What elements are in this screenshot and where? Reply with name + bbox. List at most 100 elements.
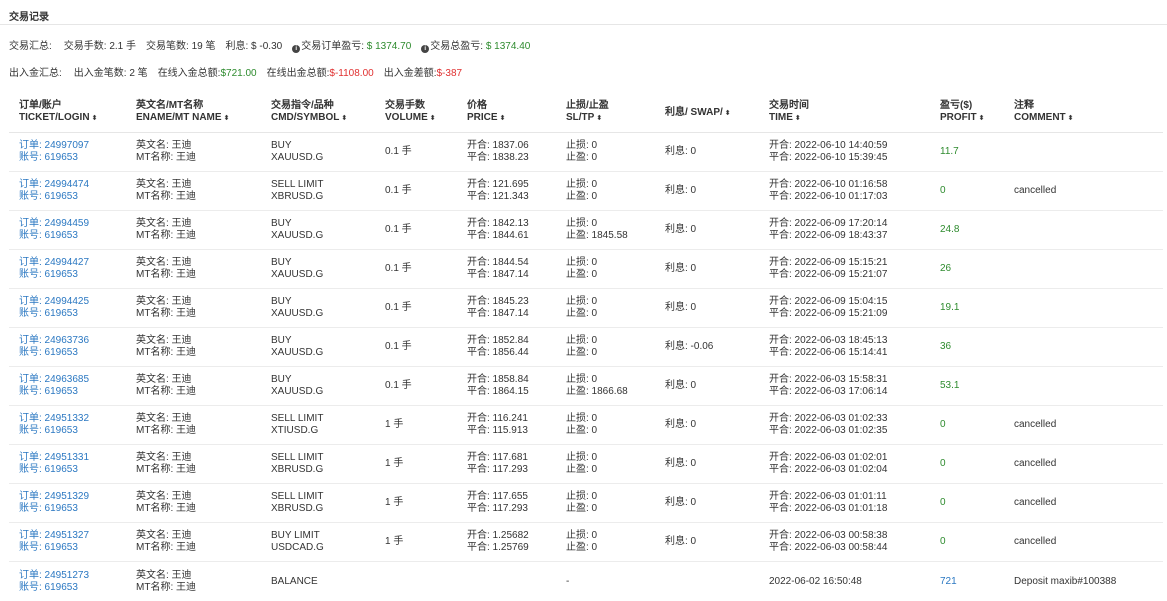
login-link[interactable]: 账号: 619653 [19,464,126,476]
mt-name: MT名称: 王迪 [136,347,196,358]
take-profit: 止盈: 0 [566,464,598,475]
sort-icon[interactable]: ⬍ [795,115,801,122]
cell-ticket: 订单: 24994474 账号: 619653 [9,179,126,203]
column-header-swap[interactable]: 利息/ SWAP/⬍ [655,94,759,132]
login-link[interactable]: 账号: 619653 [19,582,126,594]
ticket-link[interactable]: 订单: 24951332 [19,413,126,425]
english-name: 英文名: 王迪 [136,140,192,151]
command: SELL LIMIT [271,179,324,190]
login-link[interactable]: 账号: 619653 [19,230,126,242]
cell-sltp: - [556,576,655,588]
open-time: 开合: 2022-06-03 01:02:01 [769,452,888,463]
swap: 利息: 0 [665,419,697,430]
cell-cmd: SELL LIMIT XBRUSD.G [261,452,375,476]
volume: 0.1 手 [385,146,412,157]
column-header-volume[interactable]: 交易手数 VOLUME ⬍ [375,94,457,132]
sort-icon[interactable]: ⬍ [224,115,230,122]
close-price: 平合: 1847.14 [467,308,529,319]
login-link[interactable]: 账号: 619653 [19,347,126,359]
command: SELL LIMIT [271,452,324,463]
column-header-price[interactable]: 价格 PRICE ⬍ [457,94,556,132]
cell-name: 英文名: 王迪 MT名称: 王迪 [126,374,261,398]
cell-name: 英文名: 王迪 MT名称: 王迪 [126,257,261,281]
sort-icon[interactable]: ⬍ [1068,115,1074,122]
column-header-sltp[interactable]: 止损/止盈 SL/TP ⬍ [556,94,655,132]
deposit-total: 在线入金总额:$721.00 [157,68,257,79]
table-row: 订单: 24994459 账号: 619653 英文名: 王迪 MT名称: 王迪 BUY… [9,211,1163,250]
ticket-link[interactable]: 订单: 24994425 [19,296,126,308]
ticket-link[interactable]: 订单: 24994427 [19,257,126,269]
command: BUY [271,374,292,385]
sort-icon[interactable]: ⬍ [725,110,731,117]
sort-icon[interactable]: ⬍ [341,115,347,122]
english-name: 英文名: 王迪 [136,374,192,385]
ticket-link[interactable]: 订单: 24994459 [19,218,126,230]
login-link[interactable]: 账号: 619653 [19,191,126,203]
order-profit: i 交易订单盈亏: $ 1374.70 [292,37,411,53]
login-link[interactable]: 账号: 619653 [19,386,126,398]
ticket-link[interactable]: 订单: 24951327 [19,530,126,542]
column-header-comment[interactable]: 注释 COMMENT ⬍ [1004,94,1163,132]
table-row: 订单: 24997097 账号: 619653 英文名: 王迪 MT名称: 王迪 BUY… [9,133,1163,172]
command: SELL LIMIT [271,491,324,502]
comment: cancelled [1014,458,1057,469]
login-link[interactable]: 账号: 619653 [19,425,126,437]
profit-value: 0 [940,458,946,469]
column-label-en: COMMENT [1014,112,1066,123]
cell-volume: 0.1 手 [375,224,457,236]
cell-cmd: SELL LIMIT XBRUSD.G [261,179,375,203]
column-header-name[interactable]: 英文名/MT名称 ENAME/MT NAME ⬍ [126,94,261,132]
column-header-cmd[interactable]: 交易指令/品种 CMD/SYMBOL ⬍ [261,94,375,132]
ticket-link[interactable]: 订单: 24951331 [19,452,126,464]
login-link[interactable]: 账号: 619653 [19,542,126,554]
cell-sltp: 止损: 0 止盈: 0 [556,452,655,476]
login-link[interactable]: 账号: 619653 [19,503,126,515]
cell-time: 开合: 2022-06-03 01:02:33 平合: 2022-06-03 01… [759,413,930,437]
profit-value: 0 [940,185,946,196]
cash-diff-value: $-387 [436,68,463,79]
sort-icon[interactable]: ⬍ [979,115,985,122]
open-price: 开合: 1845.23 [467,296,529,307]
ticket-link[interactable]: 订单: 24963736 [19,335,126,347]
cell-ticket: 订单: 24963736 账号: 619653 [9,335,126,359]
ticket-link[interactable]: 订单: 24997097 [19,140,126,152]
trade-summary-label: 交易汇总: [9,41,52,52]
ticket-link[interactable]: 订单: 24963685 [19,374,126,386]
swap: 利息: 0 [665,185,697,196]
column-header-ticket[interactable]: 订单/账户 TICKET/LOGIN ⬍ [9,94,126,132]
login-link[interactable]: 账号: 619653 [19,308,126,320]
ticket-link[interactable]: 订单: 24951273 [19,570,126,582]
english-name: 英文名: 王迪 [136,218,192,229]
login-link[interactable]: 账号: 619653 [19,152,126,164]
info-icon: i [292,44,301,53]
open-time: 2022-06-02 16:50:48 [769,575,862,587]
deposit-total-value: $721.00 [220,68,257,79]
swap: 利息: 0 [665,497,697,508]
volume: 1 手 [385,419,404,430]
sort-icon[interactable]: ⬍ [92,115,98,122]
mt-name: MT名称: 王迪 [136,581,196,593]
cell-time: 开合: 2022-06-10 14:40:59 平合: 2022-06-10 15… [759,140,930,164]
close-time: 平合: 2022-06-09 15:21:09 [769,308,888,319]
cell-sltp: 止损: 0 止盈: 0 [556,491,655,515]
volume: 1 手 [385,536,404,547]
cell-cmd: SELL LIMIT XTIUSD.G [261,413,375,437]
stop-loss: 止损: 0 [566,257,598,268]
english-name: 英文名: 王迪 [136,530,192,541]
sort-icon[interactable]: ⬍ [500,115,506,122]
sort-icon[interactable]: ⬍ [596,115,602,122]
sort-icon[interactable]: ⬍ [430,115,436,122]
order-profit-value: $ 1374.70 [366,40,412,52]
login-link[interactable]: 账号: 619653 [19,269,126,281]
ticket-link[interactable]: 订单: 24951329 [19,491,126,503]
cell-ticket: 订单: 24994425 账号: 619653 [9,296,126,320]
ticket-link[interactable]: 订单: 24994474 [19,179,126,191]
column-label-en: ENAME/MT NAME [136,112,222,123]
close-price: 平合: 1844.61 [467,230,529,241]
cell-cmd: BUY XAUUSD.G [261,257,375,281]
close-time: 平合: 2022-06-03 00:58:44 [769,542,888,553]
column-header-profit[interactable]: 盈亏($) PROFIT ⬍ [930,94,1004,132]
column-header-time[interactable]: 交易时间 TIME ⬍ [759,94,930,132]
english-name: 英文名: 王迪 [136,179,192,190]
cell-profit: 19.1 [930,302,1004,314]
